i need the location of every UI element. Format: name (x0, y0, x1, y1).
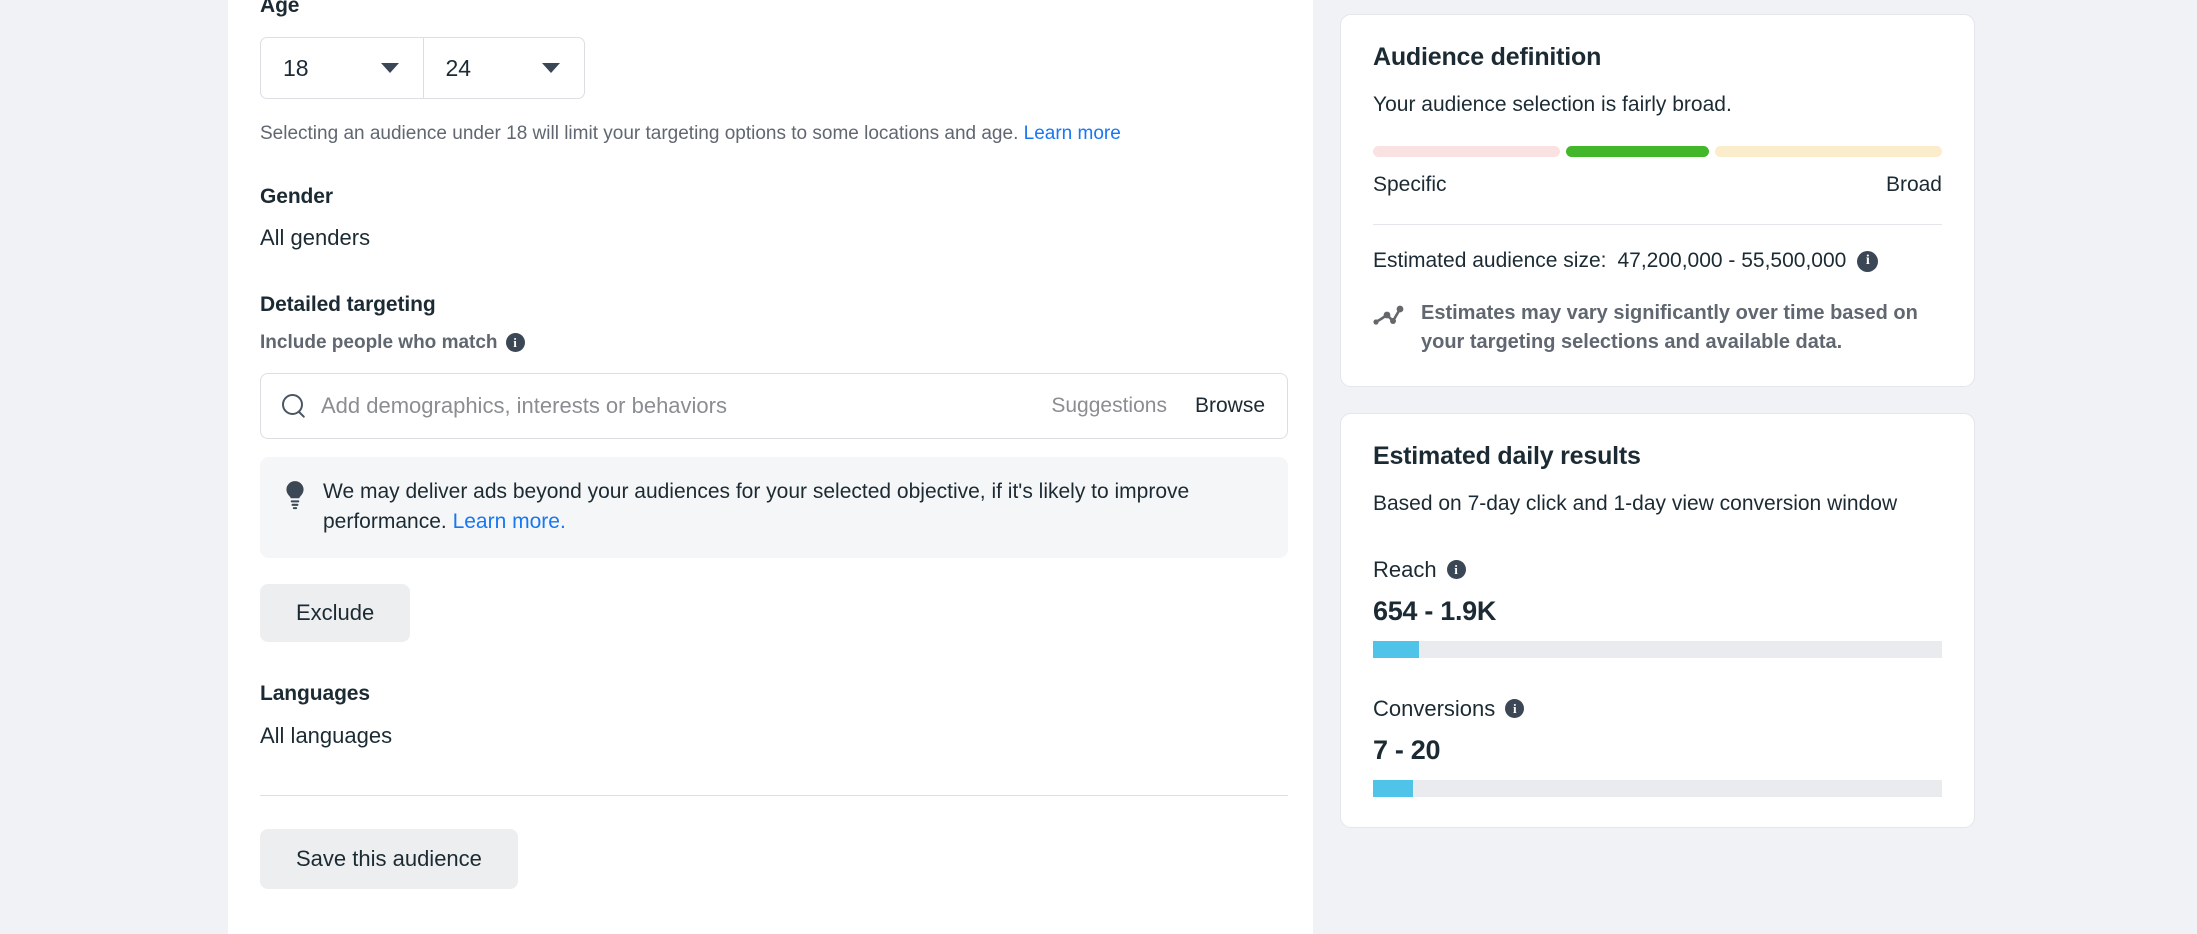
metric-conversions-value: 7 - 20 (1373, 734, 1441, 765)
languages-section: Languages All languages (260, 682, 1290, 749)
gender-value: All genders (260, 224, 371, 250)
metric-conversions-label: Conversions (1373, 695, 1496, 721)
delivery-notice-learn-more-link[interactable]: Learn more. (453, 510, 566, 533)
daily-results-title: Estimated daily results (1373, 442, 1641, 471)
info-icon[interactable]: i (1857, 250, 1879, 272)
suggestions-button[interactable]: Suggestions (1051, 394, 1167, 418)
daily-results-subtitle: Based on 7-day click and 1-day view conv… (1373, 492, 1898, 516)
sidebar-estimates-column: Audience definition Your audience select… (1340, 14, 1975, 828)
age-max-dropdown[interactable]: 24 (422, 38, 585, 98)
estimated-audience-size-row: Estimated audience size: 47,200,000 - 55… (1373, 249, 1942, 273)
meter-segment-broad (1715, 146, 1942, 158)
metric-reach: Reach i 654 - 1.9K (1373, 557, 1942, 658)
age-min-dropdown[interactable]: 18 (261, 38, 423, 98)
audience-targeting-page: Age 18 24 Selecting an audience under 18… (0, 0, 2197, 934)
gender-section-label: Gender (260, 184, 333, 208)
audience-definition-title: Audience definition (1373, 43, 1602, 71)
section-divider (260, 795, 1288, 797)
metric-conversions-bar-fill (1373, 779, 1413, 797)
delivery-notice-text: We may deliver ads beyond your audiences… (323, 477, 1264, 537)
age-max-value: 24 (445, 54, 472, 81)
audience-card-divider (1373, 224, 1942, 226)
age-range-selector: 18 24 (260, 37, 585, 99)
metric-conversions-bar (1373, 779, 1942, 797)
metric-conversions-label-row: Conversions i (1373, 696, 1942, 722)
estimates-disclaimer: Estimates may vary significantly over ti… (1373, 299, 1942, 356)
info-icon[interactable]: i (1446, 560, 1466, 580)
meter-label-specific: Specific (1373, 173, 1447, 197)
lightbulb-icon (286, 480, 304, 509)
info-icon[interactable]: i (1505, 699, 1525, 719)
detailed-targeting-section: Detailed targeting Include people who ma… (260, 293, 1290, 643)
gender-section: Gender All genders (260, 185, 1290, 251)
detailed-targeting-search-input[interactable] (321, 392, 1038, 419)
metric-reach-bar-fill (1373, 640, 1419, 658)
info-icon[interactable]: i (505, 333, 525, 353)
meter-label-broad: Broad (1885, 173, 1942, 197)
metric-reach-label: Reach (1373, 556, 1437, 582)
detailed-targeting-label: Detailed targeting (260, 292, 436, 316)
chevron-down-icon (380, 63, 399, 73)
age-learn-more-link[interactable]: Learn more (1024, 123, 1121, 144)
include-people-who-match-row: Include people who match i (260, 332, 1290, 354)
chevron-down-icon (542, 63, 560, 73)
age-min-value: 18 (283, 54, 309, 81)
metric-reach-bar (1373, 640, 1942, 658)
age-helper-text: Selecting an audience under 18 will limi… (260, 122, 1290, 147)
estimated-audience-size-value: 47,200,000 - 55,500,000 (1617, 249, 1847, 273)
audience-breadth-meter (1373, 146, 1942, 158)
audience-definition-description: Your audience selection is fairly broad. (1373, 93, 1732, 116)
estimated-audience-size-label: Estimated audience size: (1373, 249, 1607, 273)
estimates-disclaimer-text: Estimates may vary significantly over ti… (1421, 302, 1918, 353)
audience-breadth-labels: Specific Broad (1373, 173, 1942, 197)
meter-segment-active (1566, 146, 1709, 158)
search-icon (281, 393, 307, 419)
meter-segment-specific (1373, 146, 1560, 158)
estimated-daily-results-card: Estimated daily results Based on 7-day c… (1340, 413, 1975, 828)
trend-line-icon (1373, 305, 1404, 325)
exclude-button[interactable]: Exclude (260, 584, 411, 643)
browse-button[interactable]: Browse (1195, 394, 1265, 418)
audience-definition-card: Audience definition Your audience select… (1340, 14, 1975, 388)
include-people-who-match-label: Include people who match (260, 331, 498, 353)
detailed-targeting-search-row[interactable]: Suggestions Browse (260, 372, 1288, 439)
main-content-panel: Age 18 24 Selecting an audience under 18… (228, 0, 1313, 934)
age-helper-sentence: Selecting an audience under 18 will limi… (260, 123, 1019, 144)
languages-value: All languages (260, 723, 393, 749)
metric-conversions: Conversions i 7 - 20 (1373, 696, 1942, 797)
languages-section-label: Languages (260, 682, 370, 706)
age-section-label: Age (260, 0, 300, 17)
delivery-notice: We may deliver ads beyond your audiences… (260, 456, 1288, 559)
save-this-audience-button[interactable]: Save this audience (260, 829, 518, 890)
metric-reach-value: 654 - 1.9K (1373, 595, 1497, 626)
metric-reach-label-row: Reach i (1373, 557, 1942, 583)
